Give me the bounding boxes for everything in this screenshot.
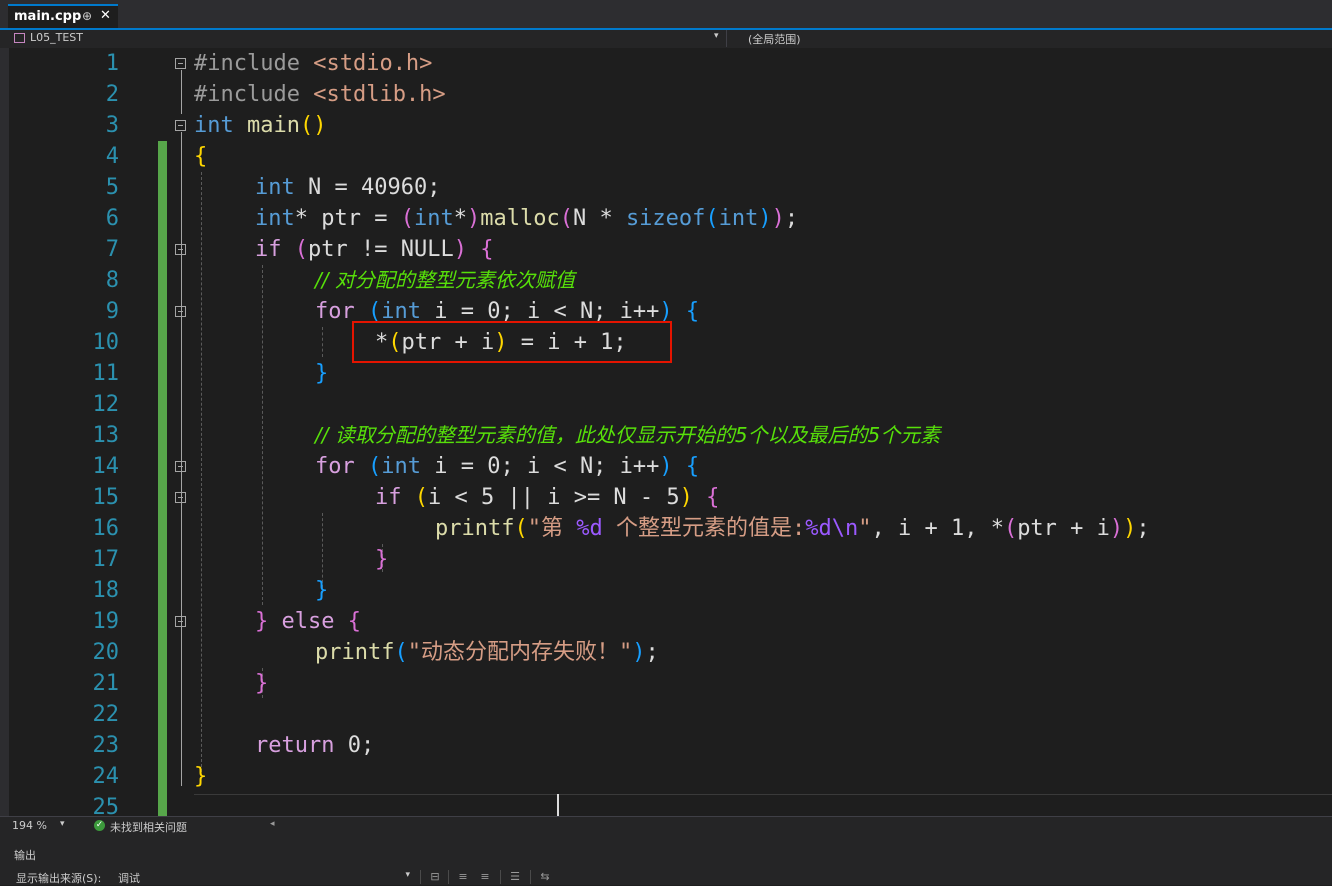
code-line-2: #include <stdlib.h> bbox=[194, 82, 446, 107]
project-icon bbox=[14, 33, 25, 43]
navigation-bar: L05_TEST ▾ (全局范围) bbox=[0, 30, 1332, 49]
line-number: 4 bbox=[105, 144, 119, 169]
output-source-label: 显示输出来源(S): bbox=[16, 872, 102, 885]
outline-line bbox=[181, 70, 182, 114]
line-number: 12 bbox=[92, 392, 120, 417]
code-line-14: for (int i = 0; i < N; i++) { bbox=[315, 454, 700, 479]
toolbar-separator bbox=[530, 870, 531, 884]
line-number: 19 bbox=[92, 609, 120, 634]
toolbar-separator bbox=[420, 870, 421, 884]
output-source-value: 调试 bbox=[118, 872, 140, 885]
scroll-left-icon[interactable]: ◂ bbox=[270, 819, 275, 829]
editor-bottom-line bbox=[194, 794, 1332, 795]
indent-guide bbox=[262, 265, 263, 605]
chevron-down-icon[interactable]: ▾ bbox=[60, 819, 65, 829]
line-number: 13 bbox=[92, 423, 120, 448]
collapse-icon[interactable] bbox=[175, 306, 186, 317]
pin-icon[interactable]: ⊕ bbox=[82, 9, 92, 23]
output-panel: 输出 显示输出来源(S): 调试 ▾ ⊟ ≡ ≡ ☰ ⇆ bbox=[0, 835, 1332, 885]
check-circle-icon: ✓ bbox=[94, 820, 105, 831]
code-line-16: printf("第 %d 个整型元素的值是:%d\n", i + 1, *(pt… bbox=[435, 516, 1150, 541]
code-editor[interactable]: 1 2 3 4 5 6 7 8 9 10 11 12 13 14 15 16 1… bbox=[9, 48, 1332, 816]
editor-status-bar: 194 % ▾ ✓ 未找到相关问题 ◂ bbox=[0, 816, 1332, 835]
line-number: 16 bbox=[92, 516, 120, 541]
code-line-20: printf("动态分配内存失败！"); bbox=[315, 640, 659, 665]
line-number: 18 bbox=[92, 578, 120, 603]
left-tool-strip bbox=[0, 48, 9, 834]
code-line-17: } bbox=[375, 547, 389, 572]
change-tracking-bar bbox=[158, 141, 167, 816]
collapse-icon[interactable] bbox=[175, 58, 186, 69]
next-message-icon[interactable]: ≡ bbox=[478, 871, 492, 883]
code-line-23: return 0; bbox=[255, 733, 375, 758]
zoom-level[interactable]: 194 % bbox=[12, 819, 47, 832]
code-line-18: } bbox=[315, 578, 329, 603]
code-line-1: #include <stdio.h> bbox=[194, 51, 433, 76]
line-number: 24 bbox=[92, 764, 120, 789]
tab-title: main.cpp bbox=[14, 9, 82, 24]
line-number: 3 bbox=[105, 113, 119, 138]
line-number: 10 bbox=[92, 330, 120, 355]
collapse-icon[interactable] bbox=[175, 120, 186, 131]
word-wrap-icon[interactable]: ⇆ bbox=[538, 871, 552, 883]
clear-all-icon[interactable]: ☰ bbox=[508, 871, 522, 883]
collapse-icon[interactable] bbox=[175, 616, 186, 627]
chevron-down-icon[interactable]: ▾ bbox=[405, 870, 410, 880]
scope-dropdown[interactable]: (全局范围) bbox=[748, 31, 801, 47]
code-line-11: } bbox=[315, 361, 329, 386]
collapse-icon[interactable] bbox=[175, 461, 186, 472]
toolbar-separator bbox=[500, 870, 501, 884]
line-number: 5 bbox=[105, 175, 119, 200]
line-number: 9 bbox=[105, 299, 119, 324]
code-line-8: // 对分配的整型元素依次赋值 bbox=[315, 268, 575, 292]
outline-line bbox=[181, 132, 182, 786]
line-number: 21 bbox=[92, 671, 120, 696]
line-number: 7 bbox=[105, 237, 119, 262]
output-source-select[interactable]: 调试 ▾ bbox=[114, 867, 414, 885]
collapse-icon[interactable] bbox=[175, 492, 186, 503]
toolbar-separator bbox=[448, 870, 449, 884]
project-name: L05_TEST bbox=[30, 31, 83, 44]
document-tab-bar: main.cpp ⊕ ✕ bbox=[0, 0, 1332, 30]
chevron-down-icon[interactable]: ▾ bbox=[714, 31, 719, 41]
close-icon[interactable]: ✕ bbox=[100, 8, 111, 23]
code-line-21: } bbox=[255, 671, 269, 696]
code-line-4: { bbox=[194, 144, 208, 169]
previous-message-icon[interactable]: ≡ bbox=[456, 871, 470, 883]
line-number: 22 bbox=[92, 702, 120, 727]
line-number: 6 bbox=[105, 206, 119, 231]
find-message-icon[interactable]: ⊟ bbox=[428, 871, 442, 883]
line-number: 1 bbox=[105, 51, 119, 76]
line-number: 11 bbox=[92, 361, 120, 386]
line-number: 15 bbox=[92, 485, 120, 510]
line-number: 14 bbox=[92, 454, 120, 479]
output-title: 输出 bbox=[14, 849, 36, 862]
line-number: 2 bbox=[105, 82, 119, 107]
line-number: 23 bbox=[92, 733, 120, 758]
project-dropdown[interactable]: L05_TEST ▾ bbox=[10, 30, 727, 47]
code-line-7: if (ptr != NULL) { bbox=[255, 237, 494, 262]
code-line-15: if (i < 5 || i >= N - 5) { bbox=[375, 485, 720, 510]
code-line-24: } bbox=[194, 764, 208, 789]
line-number: 8 bbox=[105, 268, 119, 293]
indent-guide bbox=[201, 172, 202, 772]
line-number: 20 bbox=[92, 640, 120, 665]
line-number: 25 bbox=[92, 795, 120, 816]
highlight-box bbox=[352, 321, 672, 363]
line-number: 17 bbox=[92, 547, 120, 572]
code-line-6: int* ptr = (int*)malloc(N * sizeof(int))… bbox=[255, 206, 799, 231]
issues-status[interactable]: 未找到相关问题 bbox=[110, 819, 187, 835]
text-cursor bbox=[557, 794, 559, 816]
code-line-19: } else { bbox=[255, 609, 361, 634]
code-line-13: // 读取分配的整型元素的值，此处仅显示开始的5个以及最后的5个元素 bbox=[315, 423, 941, 447]
tab-main-cpp[interactable]: main.cpp ⊕ ✕ bbox=[8, 4, 118, 28]
collapse-icon[interactable] bbox=[175, 244, 186, 255]
code-line-5: int N = 40960; bbox=[255, 175, 441, 200]
indent-guide bbox=[322, 327, 323, 357]
code-line-3: int main() bbox=[194, 113, 327, 138]
